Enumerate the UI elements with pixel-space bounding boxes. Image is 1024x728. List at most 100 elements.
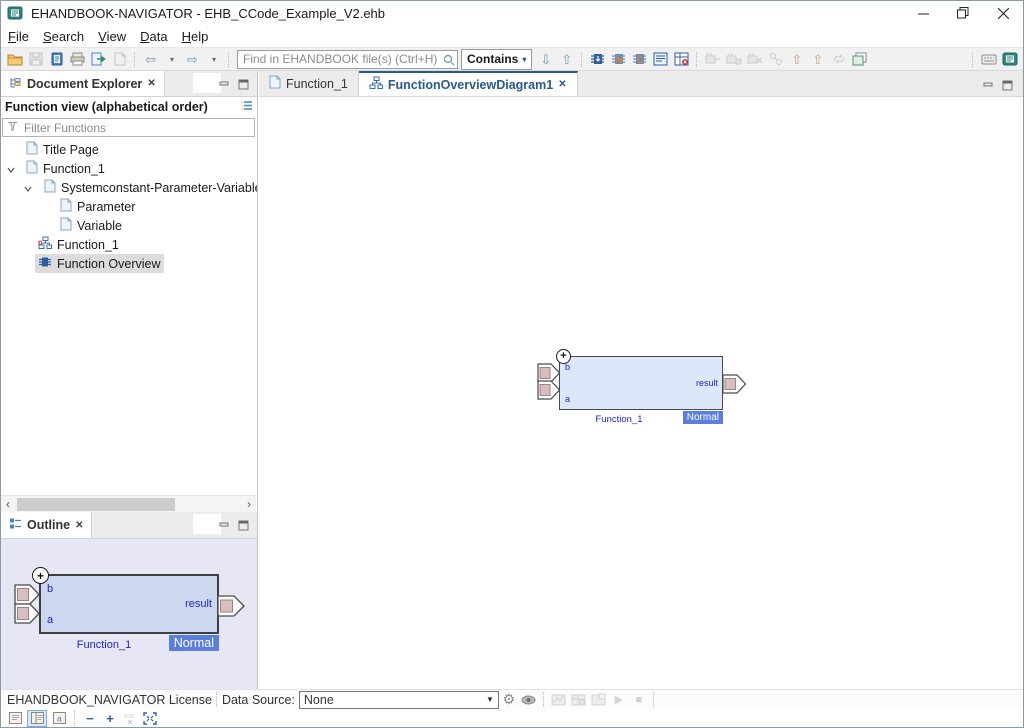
tree-item-parameter[interactable]: Parameter [1, 197, 257, 216]
maximize-panel-icon[interactable] [238, 77, 249, 95]
menu-file[interactable]: File [1, 27, 36, 46]
outline-view[interactable]: + b a result Normal Function_1 [1, 539, 257, 689]
show-code-icon[interactable]: C [630, 49, 649, 69]
scroll-right-icon[interactable]: › [242, 497, 256, 512]
tree-item-systemconstant[interactable]: Systemconstant-Parameter-Variable-Cl [1, 178, 257, 197]
tab-function-1[interactable]: Function_1 [259, 71, 359, 96]
datasource-select[interactable]: None ▼ [299, 691, 499, 709]
status-grip [653, 692, 655, 707]
search-input[interactable] [237, 50, 458, 69]
scroll-left-icon[interactable]: ‹ [1, 497, 15, 512]
chevron-down-icon[interactable] [6, 164, 16, 178]
bottom-separator [74, 711, 76, 726]
outline-function-block[interactable]: + b a result Normal Function_1 [39, 574, 219, 634]
show-net-icon[interactable]: N [609, 49, 628, 69]
search-next-icon[interactable]: ⇩ [536, 49, 555, 69]
open-handbook-icon[interactable] [47, 49, 66, 69]
print-icon[interactable] [68, 49, 87, 69]
zoom-out-icon[interactable]: − [81, 709, 99, 727]
keyboard-shortcuts-icon[interactable] [979, 49, 998, 69]
open-file-icon[interactable] [5, 49, 24, 69]
status-bar: EHANDBOOK_NAVIGATOR License Data Source:… [1, 689, 1023, 709]
close-explorer-icon[interactable]: ✕ [147, 78, 155, 89]
page-preview-icon[interactable]: a [49, 710, 69, 727]
document-explorer-panel: Document Explorer ✕ Function view (alpha… [1, 71, 258, 689]
function-tree: Title Page Function_1 Systemconstant-Par… [1, 140, 257, 492]
search-previous-icon[interactable]: ⇧ [557, 49, 576, 69]
svg-text:C: C [637, 55, 644, 65]
menu-help[interactable]: Help [175, 27, 216, 46]
close-tab-icon[interactable]: ✕ [558, 79, 566, 90]
input-port-label: a [565, 394, 570, 404]
maximize-editor-icon[interactable] [1002, 78, 1013, 96]
goto-function-icon[interactable] [588, 49, 607, 69]
tree-item-title-page[interactable]: Title Page [1, 140, 257, 159]
filter-funnel-icon [7, 119, 18, 137]
measure-remove-icon [745, 49, 764, 69]
export-icon[interactable] [89, 49, 108, 69]
global-search [237, 50, 458, 69]
function-block[interactable]: + b a result Normal Function_1 [559, 356, 723, 410]
toolbar-separator [581, 52, 583, 67]
navigate-forward-menu-icon[interactable]: ▾ [204, 49, 223, 69]
navigate-back-icon[interactable]: ⇦ [141, 49, 160, 69]
tree-item-variable[interactable]: Variable [1, 216, 257, 235]
restore-button[interactable] [943, 1, 983, 25]
menu-data[interactable]: Data [133, 27, 174, 46]
menu-bar: File Search View Data Help [1, 25, 1023, 47]
input-port-icon[interactable] [537, 380, 561, 405]
search-mode-dropdown[interactable]: Contains▾ [461, 49, 532, 70]
tab-outline[interactable]: Outline ✕ [1, 512, 92, 538]
datasource-settings-icon[interactable]: ⚙ [500, 691, 518, 709]
outline-tabstrip: Outline ✕ [1, 512, 257, 539]
svg-text:100: 100 [124, 714, 135, 720]
expand-block-icon[interactable]: + [32, 567, 49, 584]
filter-input[interactable] [22, 119, 254, 136]
properties-view-icon[interactable] [651, 49, 670, 69]
chevron-down-icon[interactable] [23, 183, 33, 197]
calibration-icon [570, 691, 588, 709]
tree-item-function-1[interactable]: Function_1 [1, 159, 257, 178]
minimize-panel-icon[interactable] [219, 518, 230, 536]
minimize-editor-icon[interactable] [983, 78, 994, 96]
output-port-icon[interactable] [722, 374, 747, 399]
menu-view[interactable]: View [91, 27, 133, 46]
scrollbar-thumb[interactable] [17, 498, 175, 511]
diagram-canvas[interactable]: + b a result Normal Function_1 [259, 97, 1023, 689]
single-page-view-icon[interactable] [5, 710, 25, 727]
tab-document-explorer[interactable]: Document Explorer ✕ [1, 71, 165, 96]
document-icon [44, 179, 56, 196]
tab-function-overview-diagram[interactable]: FunctionOverviewDiagram1 ✕ [359, 71, 578, 96]
minimize-button[interactable] [903, 1, 943, 25]
input-port-icon[interactable] [14, 603, 41, 629]
about-logo-icon[interactable] [1000, 49, 1019, 69]
block-name-label: Function_1 [41, 639, 167, 651]
function-overview-icon [38, 255, 52, 272]
table-config-icon[interactable] [672, 49, 691, 69]
toolbar-separator [228, 52, 230, 67]
upload-labels-icon[interactable]: ⇧ [787, 49, 806, 69]
close-outline-icon[interactable]: ✕ [75, 520, 83, 531]
connect-icon [766, 49, 785, 69]
maximize-panel-icon[interactable] [238, 518, 249, 536]
chevron-down-icon: ▼ [486, 695, 494, 704]
visibility-icon[interactable] [520, 691, 538, 709]
navigate-back-menu-icon[interactable]: ▾ [162, 49, 181, 69]
input-port-label: b [47, 583, 53, 595]
minimize-panel-icon[interactable] [219, 77, 230, 95]
menu-search[interactable]: Search [36, 27, 91, 46]
view-menu-icon[interactable] [240, 100, 253, 114]
explorer-tree-icon [9, 76, 22, 92]
output-port-icon[interactable] [217, 595, 246, 622]
navigate-forward-icon[interactable]: ⇨ [183, 49, 202, 69]
upload-all-icon[interactable]: ⇧ [808, 49, 827, 69]
filter-box [2, 118, 255, 137]
split-view-icon[interactable] [27, 710, 47, 727]
fit-to-view-icon[interactable] [141, 709, 159, 727]
zoom-in-icon[interactable]: + [101, 709, 119, 727]
tree-item-function-overview[interactable]: Function Overview [1, 254, 257, 273]
tree-item-function-1-diagram[interactable]: cFunction_1 [1, 235, 257, 254]
outline-icon [9, 517, 22, 533]
copy-view-icon[interactable] [850, 49, 869, 69]
close-button[interactable] [983, 1, 1023, 25]
